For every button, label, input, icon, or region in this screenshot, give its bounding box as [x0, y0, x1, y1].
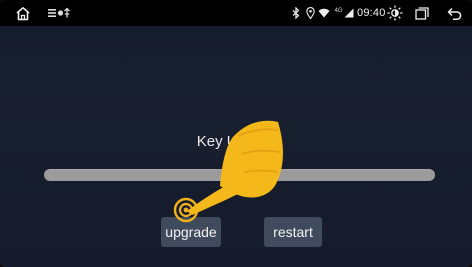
- restart-button[interactable]: restart: [264, 217, 322, 247]
- bluetooth-icon: [291, 0, 301, 26]
- update-progress-bar: [44, 169, 435, 181]
- wifi-icon: [318, 0, 330, 26]
- update-title: Key Update: [196, 133, 276, 150]
- brightness-icon[interactable]: [386, 0, 404, 26]
- recent-apps-icon[interactable]: [414, 0, 430, 26]
- network-type-label: 4G: [334, 8, 343, 14]
- upgrade-button[interactable]: upgrade: [161, 217, 221, 247]
- pointing-hand-tap-icon: [173, 120, 283, 223]
- status-clock: 09:40: [357, 7, 386, 19]
- notification-icons: [46, 0, 76, 26]
- status-bar: 4G 09:40: [0, 0, 472, 26]
- back-icon[interactable]: [446, 0, 462, 26]
- home-icon[interactable]: [14, 0, 32, 26]
- cellular-signal-icon: 4G: [334, 0, 354, 26]
- location-icon: [305, 0, 315, 26]
- device-screen: 4G 09:40 Key Update upgrade restart: [0, 0, 472, 267]
